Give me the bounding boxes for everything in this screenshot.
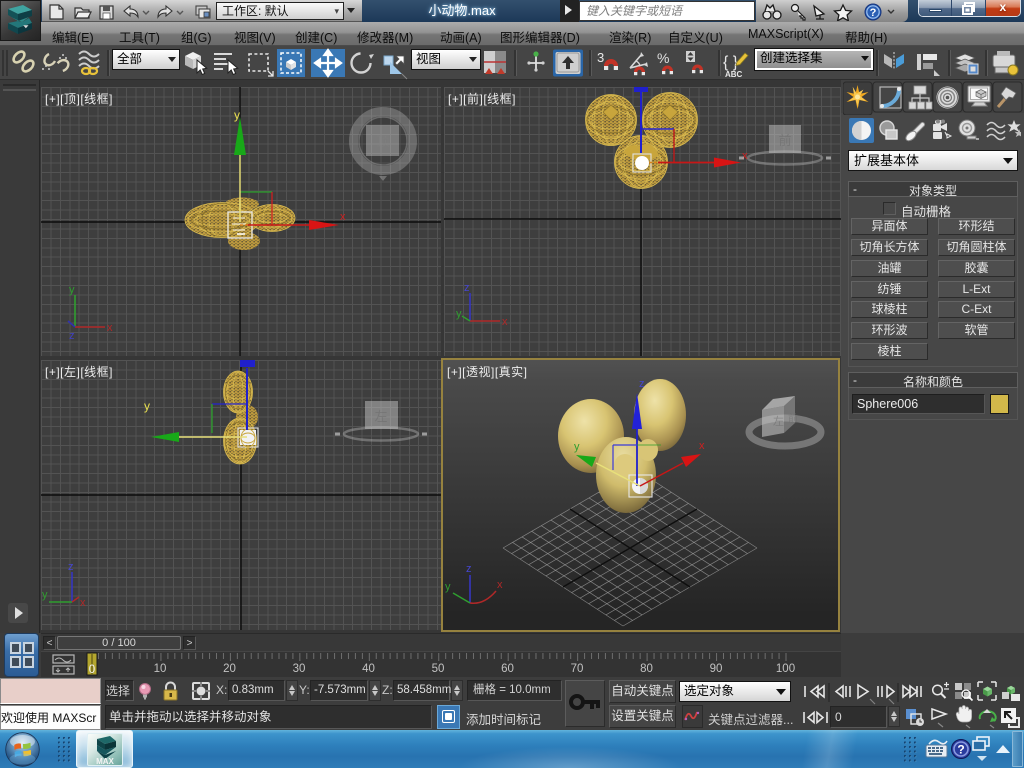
svg-text:{ }: { } (723, 54, 739, 71)
svg-text:90: 90 (710, 663, 723, 675)
svg-text:x: x (699, 440, 705, 452)
svg-text:顶: 顶 (376, 134, 389, 149)
svg-text:3: 3 (597, 50, 604, 65)
svg-text:左: 左 (773, 415, 784, 428)
svg-text:20: 20 (223, 663, 236, 675)
svg-text:100: 100 (776, 663, 795, 675)
svg-text:y: y (42, 589, 48, 601)
svg-text:ABC: ABC (725, 70, 743, 79)
svg-text:40: 40 (362, 663, 375, 675)
svg-text:x: x (502, 316, 508, 328)
svg-text:?: ? (957, 743, 964, 757)
svg-text:y: y (69, 284, 75, 296)
svg-text:x: x (340, 211, 346, 223)
svg-text:y: y (144, 399, 150, 413)
svg-text:30: 30 (293, 663, 306, 675)
svg-text:x: x (497, 579, 503, 591)
svg-text:70: 70 (571, 663, 584, 675)
svg-text:x: x (742, 150, 748, 162)
svg-text:x: x (107, 322, 113, 334)
svg-text:左: 左 (374, 409, 387, 424)
svg-text:50: 50 (432, 663, 445, 675)
svg-text:前: 前 (778, 133, 791, 148)
svg-text:MAX: MAX (96, 757, 114, 765)
svg-text:y: y (445, 581, 451, 593)
svg-text:y: y (234, 108, 240, 122)
svg-text:前: 前 (788, 412, 798, 425)
svg-text:60: 60 (501, 663, 514, 675)
svg-text:y: y (456, 308, 462, 320)
svg-text:z: z (466, 563, 472, 575)
svg-text:?: ? (870, 7, 877, 19)
svg-text:z: z (464, 282, 470, 294)
svg-text:x: x (80, 597, 86, 609)
svg-text:y: y (574, 441, 580, 453)
svg-text:10: 10 (154, 663, 167, 675)
svg-text:z: z (68, 561, 74, 573)
svg-text:80: 80 (640, 663, 653, 675)
svg-text:0: 0 (89, 664, 95, 676)
svg-text:%: % (657, 50, 669, 66)
svg-text:z: z (639, 378, 645, 390)
svg-text:z: z (69, 330, 75, 342)
